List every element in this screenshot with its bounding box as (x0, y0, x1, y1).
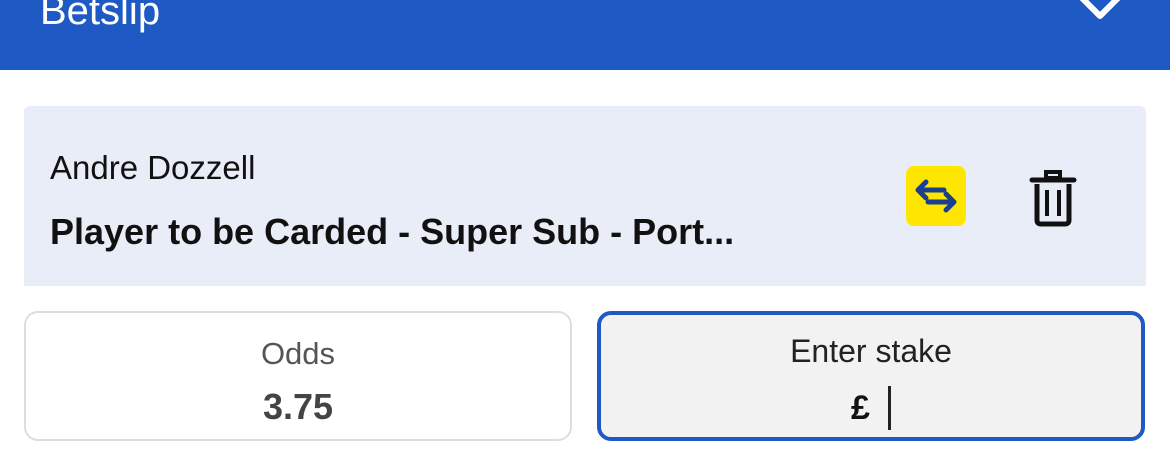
delete-button[interactable] (1028, 168, 1078, 228)
odds-label: Odds (260, 336, 336, 371)
selection-name: Andre Dozzell (50, 149, 256, 186)
betslip-header[interactable]: Betslip (0, 0, 1170, 70)
market-name: Player to be Carded - Super Sub - Port..… (50, 211, 735, 252)
chevron-down-icon[interactable] (1070, 0, 1130, 30)
stake-input[interactable]: Enter stake £ (597, 311, 1145, 441)
swap-arrows-icon (915, 179, 957, 213)
stake-label: Enter stake (790, 333, 952, 369)
odds-box: Odds 3.75 (24, 311, 572, 441)
stake-field[interactable]: £ (601, 385, 1141, 431)
text-cursor (887, 386, 891, 430)
trash-icon (1029, 170, 1077, 227)
odds-value: 3.75 (262, 386, 334, 427)
currency-symbol: £ (851, 389, 870, 427)
bet-card: Andre Dozzell Player to be Carded - Supe… (24, 106, 1146, 286)
betslip-title: Betslip (40, 0, 161, 33)
swap-button[interactable] (906, 166, 966, 226)
